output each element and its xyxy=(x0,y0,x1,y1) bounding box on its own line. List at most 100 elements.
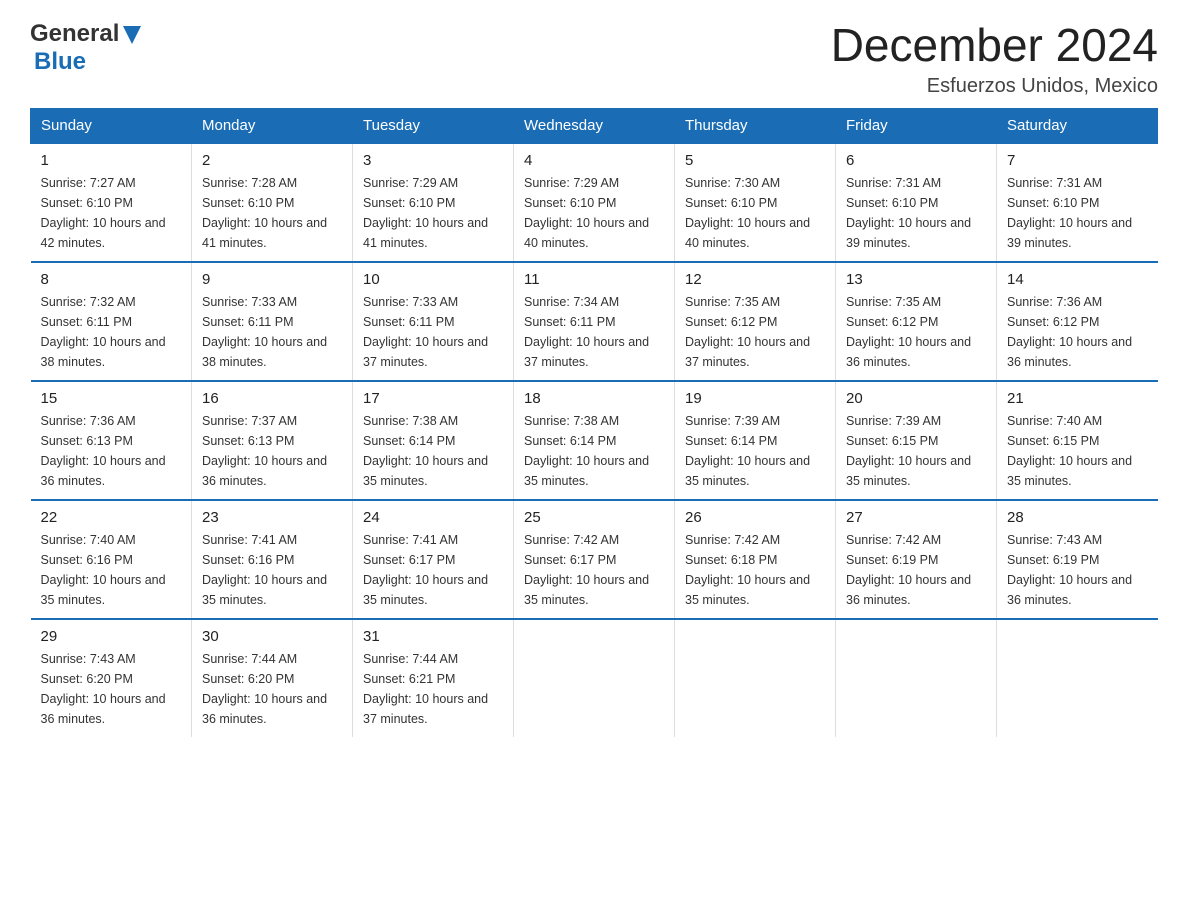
day-info: Sunrise: 7:35 AMSunset: 6:12 PMDaylight:… xyxy=(685,292,825,372)
day-number: 22 xyxy=(41,509,182,526)
calendar-day-cell: 13 Sunrise: 7:35 AMSunset: 6:12 PMDaylig… xyxy=(836,262,997,381)
calendar-header-tuesday: Tuesday xyxy=(353,108,514,143)
day-info: Sunrise: 7:42 AMSunset: 6:17 PMDaylight:… xyxy=(524,530,664,610)
calendar-day-cell: 29 Sunrise: 7:43 AMSunset: 6:20 PMDaylig… xyxy=(31,619,192,737)
calendar-day-cell: 12 Sunrise: 7:35 AMSunset: 6:12 PMDaylig… xyxy=(675,262,836,381)
day-number: 8 xyxy=(41,271,182,288)
day-number: 25 xyxy=(524,509,664,526)
logo-general-text: General xyxy=(30,20,119,48)
day-number: 21 xyxy=(1007,390,1148,407)
day-info: Sunrise: 7:42 AMSunset: 6:19 PMDaylight:… xyxy=(846,530,986,610)
calendar-day-cell: 20 Sunrise: 7:39 AMSunset: 6:15 PMDaylig… xyxy=(836,381,997,500)
calendar-day-cell: 10 Sunrise: 7:33 AMSunset: 6:11 PMDaylig… xyxy=(353,262,514,381)
day-number: 28 xyxy=(1007,509,1148,526)
day-info: Sunrise: 7:28 AMSunset: 6:10 PMDaylight:… xyxy=(202,173,342,253)
day-info: Sunrise: 7:32 AMSunset: 6:11 PMDaylight:… xyxy=(41,292,182,372)
day-info: Sunrise: 7:38 AMSunset: 6:14 PMDaylight:… xyxy=(524,411,664,491)
day-number: 23 xyxy=(202,509,342,526)
day-info: Sunrise: 7:42 AMSunset: 6:18 PMDaylight:… xyxy=(685,530,825,610)
day-info: Sunrise: 7:44 AMSunset: 6:20 PMDaylight:… xyxy=(202,649,342,729)
day-number: 17 xyxy=(363,390,503,407)
day-info: Sunrise: 7:39 AMSunset: 6:15 PMDaylight:… xyxy=(846,411,986,491)
calendar-day-cell: 8 Sunrise: 7:32 AMSunset: 6:11 PMDayligh… xyxy=(31,262,192,381)
day-number: 10 xyxy=(363,271,503,288)
calendar-header-row: SundayMondayTuesdayWednesdayThursdayFrid… xyxy=(31,108,1158,143)
calendar-day-cell: 24 Sunrise: 7:41 AMSunset: 6:17 PMDaylig… xyxy=(353,500,514,619)
day-info: Sunrise: 7:41 AMSunset: 6:16 PMDaylight:… xyxy=(202,530,342,610)
day-number: 30 xyxy=(202,628,342,645)
calendar-day-cell: 23 Sunrise: 7:41 AMSunset: 6:16 PMDaylig… xyxy=(192,500,353,619)
page-header: General Blue December 2024 Esfuerzos Uni… xyxy=(30,20,1158,98)
day-info: Sunrise: 7:35 AMSunset: 6:12 PMDaylight:… xyxy=(846,292,986,372)
calendar-header-saturday: Saturday xyxy=(997,108,1158,143)
day-number: 3 xyxy=(363,152,503,169)
calendar-day-cell: 5 Sunrise: 7:30 AMSunset: 6:10 PMDayligh… xyxy=(675,143,836,262)
day-number: 5 xyxy=(685,152,825,169)
day-info: Sunrise: 7:36 AMSunset: 6:13 PMDaylight:… xyxy=(41,411,182,491)
day-number: 9 xyxy=(202,271,342,288)
calendar-day-cell: 7 Sunrise: 7:31 AMSunset: 6:10 PMDayligh… xyxy=(997,143,1158,262)
calendar-day-cell xyxy=(675,619,836,737)
day-number: 16 xyxy=(202,390,342,407)
day-info: Sunrise: 7:27 AMSunset: 6:10 PMDaylight:… xyxy=(41,173,182,253)
calendar-day-cell xyxy=(836,619,997,737)
calendar-header-wednesday: Wednesday xyxy=(514,108,675,143)
day-number: 4 xyxy=(524,152,664,169)
calendar-day-cell: 1 Sunrise: 7:27 AMSunset: 6:10 PMDayligh… xyxy=(31,143,192,262)
day-info: Sunrise: 7:40 AMSunset: 6:16 PMDaylight:… xyxy=(41,530,182,610)
day-number: 27 xyxy=(846,509,986,526)
calendar-day-cell: 17 Sunrise: 7:38 AMSunset: 6:14 PMDaylig… xyxy=(353,381,514,500)
calendar-week-row: 15 Sunrise: 7:36 AMSunset: 6:13 PMDaylig… xyxy=(31,381,1158,500)
day-info: Sunrise: 7:34 AMSunset: 6:11 PMDaylight:… xyxy=(524,292,664,372)
day-number: 2 xyxy=(202,152,342,169)
calendar-week-row: 22 Sunrise: 7:40 AMSunset: 6:16 PMDaylig… xyxy=(31,500,1158,619)
calendar-week-row: 29 Sunrise: 7:43 AMSunset: 6:20 PMDaylig… xyxy=(31,619,1158,737)
logo: General Blue xyxy=(30,20,143,76)
calendar-header-sunday: Sunday xyxy=(31,108,192,143)
day-info: Sunrise: 7:37 AMSunset: 6:13 PMDaylight:… xyxy=(202,411,342,491)
calendar-day-cell: 4 Sunrise: 7:29 AMSunset: 6:10 PMDayligh… xyxy=(514,143,675,262)
day-info: Sunrise: 7:33 AMSunset: 6:11 PMDaylight:… xyxy=(202,292,342,372)
day-info: Sunrise: 7:40 AMSunset: 6:15 PMDaylight:… xyxy=(1007,411,1148,491)
title-block: December 2024 Esfuerzos Unidos, Mexico xyxy=(831,20,1158,98)
day-info: Sunrise: 7:39 AMSunset: 6:14 PMDaylight:… xyxy=(685,411,825,491)
day-info: Sunrise: 7:29 AMSunset: 6:10 PMDaylight:… xyxy=(363,173,503,253)
calendar-week-row: 8 Sunrise: 7:32 AMSunset: 6:11 PMDayligh… xyxy=(31,262,1158,381)
day-info: Sunrise: 7:33 AMSunset: 6:11 PMDaylight:… xyxy=(363,292,503,372)
day-info: Sunrise: 7:43 AMSunset: 6:19 PMDaylight:… xyxy=(1007,530,1148,610)
day-info: Sunrise: 7:29 AMSunset: 6:10 PMDaylight:… xyxy=(524,173,664,253)
calendar-header-friday: Friday xyxy=(836,108,997,143)
calendar-day-cell: 31 Sunrise: 7:44 AMSunset: 6:21 PMDaylig… xyxy=(353,619,514,737)
calendar-day-cell xyxy=(997,619,1158,737)
calendar-day-cell xyxy=(514,619,675,737)
day-number: 15 xyxy=(41,390,182,407)
day-info: Sunrise: 7:43 AMSunset: 6:20 PMDaylight:… xyxy=(41,649,182,729)
calendar-day-cell: 16 Sunrise: 7:37 AMSunset: 6:13 PMDaylig… xyxy=(192,381,353,500)
day-info: Sunrise: 7:38 AMSunset: 6:14 PMDaylight:… xyxy=(363,411,503,491)
calendar-day-cell: 21 Sunrise: 7:40 AMSunset: 6:15 PMDaylig… xyxy=(997,381,1158,500)
day-number: 26 xyxy=(685,509,825,526)
day-number: 11 xyxy=(524,271,664,288)
day-number: 1 xyxy=(41,152,182,169)
day-number: 6 xyxy=(846,152,986,169)
day-info: Sunrise: 7:31 AMSunset: 6:10 PMDaylight:… xyxy=(846,173,986,253)
calendar-week-row: 1 Sunrise: 7:27 AMSunset: 6:10 PMDayligh… xyxy=(31,143,1158,262)
calendar-day-cell: 22 Sunrise: 7:40 AMSunset: 6:16 PMDaylig… xyxy=(31,500,192,619)
calendar-header-thursday: Thursday xyxy=(675,108,836,143)
calendar-day-cell: 19 Sunrise: 7:39 AMSunset: 6:14 PMDaylig… xyxy=(675,381,836,500)
day-number: 18 xyxy=(524,390,664,407)
calendar-day-cell: 25 Sunrise: 7:42 AMSunset: 6:17 PMDaylig… xyxy=(514,500,675,619)
calendar-day-cell: 11 Sunrise: 7:34 AMSunset: 6:11 PMDaylig… xyxy=(514,262,675,381)
calendar-day-cell: 2 Sunrise: 7:28 AMSunset: 6:10 PMDayligh… xyxy=(192,143,353,262)
calendar-day-cell: 6 Sunrise: 7:31 AMSunset: 6:10 PMDayligh… xyxy=(836,143,997,262)
day-number: 24 xyxy=(363,509,503,526)
day-info: Sunrise: 7:44 AMSunset: 6:21 PMDaylight:… xyxy=(363,649,503,729)
calendar-day-cell: 14 Sunrise: 7:36 AMSunset: 6:12 PMDaylig… xyxy=(997,262,1158,381)
location-subtitle: Esfuerzos Unidos, Mexico xyxy=(831,75,1158,98)
day-number: 31 xyxy=(363,628,503,645)
day-number: 20 xyxy=(846,390,986,407)
day-number: 7 xyxy=(1007,152,1148,169)
day-number: 29 xyxy=(41,628,182,645)
month-year-title: December 2024 xyxy=(831,20,1158,71)
logo-triangle-icon xyxy=(121,24,143,46)
